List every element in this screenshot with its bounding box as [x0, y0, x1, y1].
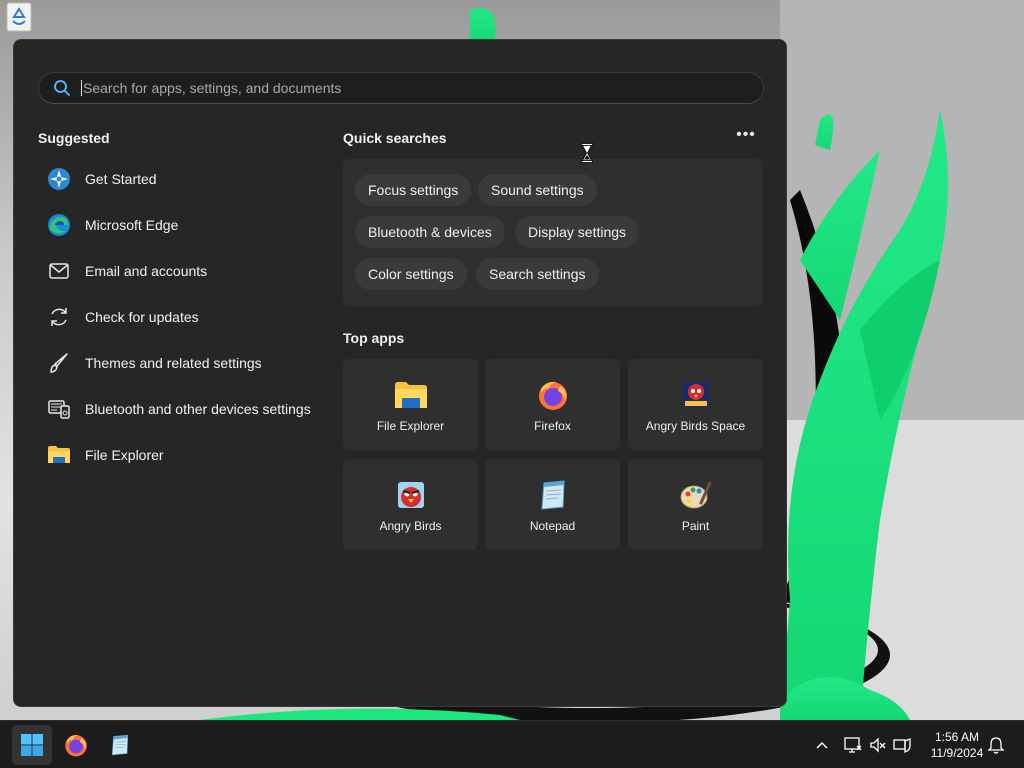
edge-icon — [48, 214, 70, 236]
suggested-item-themes[interactable]: Themes and related settings — [44, 340, 334, 386]
chip-display-settings[interactable]: Display settings — [515, 216, 640, 248]
refresh-icon — [51, 308, 67, 326]
text-caret — [81, 80, 82, 96]
angry-birds-icon — [397, 482, 424, 508]
chip-focus-settings[interactable]: Focus settings — [355, 174, 472, 206]
suggested-item-label: Check for updates — [85, 309, 199, 325]
suggested-item-label: Bluetooth and other devices settings — [85, 401, 311, 417]
app-tile-label: File Explorer — [376, 419, 445, 433]
app-tile-label: Angry Birds Space — [645, 419, 746, 433]
suggested-item-label: Themes and related settings — [85, 355, 262, 371]
more-options-button[interactable]: ••• — [732, 126, 760, 148]
top-apps-title: Top apps — [343, 330, 405, 346]
suggested-item-label: Microsoft Edge — [85, 217, 179, 233]
system-clock[interactable]: 1:56 AM 11/9/2024 — [918, 729, 996, 761]
brush-icon — [50, 353, 68, 373]
app-tile-notepad[interactable]: Notepad — [485, 459, 620, 550]
get-started-icon — [48, 168, 70, 190]
security-shield-icon[interactable] — [892, 735, 912, 755]
paint-icon — [680, 481, 711, 509]
suggested-title: Suggested — [38, 130, 110, 146]
suggested-item-label: Get Started — [85, 171, 157, 187]
chevron-up-icon[interactable] — [812, 735, 832, 755]
app-tile-label: Angry Birds — [379, 519, 442, 533]
taskbar-firefox-button[interactable] — [56, 725, 96, 765]
notepad-icon — [111, 734, 129, 756]
app-tile-label: Firefox — [534, 419, 571, 433]
notepad-icon — [540, 480, 565, 510]
folder-icon — [48, 446, 70, 463]
search-icon — [54, 80, 70, 96]
chip-color-settings[interactable]: Color settings — [355, 258, 467, 290]
notification-bell-icon[interactable] — [986, 735, 1006, 755]
angry-birds-space-icon — [682, 382, 709, 408]
app-tile-angry-birds[interactable]: Angry Birds — [343, 459, 478, 550]
windows-logo-icon — [21, 734, 43, 756]
start-menu: Suggested Quick searches ••• Get Started… — [13, 39, 787, 707]
app-tile-angry-birds-space[interactable]: Angry Birds Space — [628, 359, 763, 450]
volume-muted-icon[interactable] — [868, 735, 888, 755]
suggested-item-label: Email and accounts — [85, 263, 208, 279]
suggested-item-file-explorer[interactable]: File Explorer — [44, 432, 334, 478]
network-icon[interactable] — [843, 735, 863, 755]
suggested-list: Get Started Microsoft Edge Email and acc… — [44, 156, 334, 478]
chip-bluetooth-devices[interactable]: Bluetooth & devices — [355, 216, 505, 248]
suggested-item-label: File Explorer — [85, 447, 164, 463]
firefox-icon — [538, 381, 567, 410]
app-tile-label: Notepad — [529, 519, 576, 533]
folder-icon — [394, 382, 427, 408]
suggested-item-microsoft-edge[interactable]: Microsoft Edge — [44, 202, 334, 248]
devices-icon — [48, 400, 70, 419]
app-tile-firefox[interactable]: Firefox — [485, 359, 620, 450]
app-tile-file-explorer[interactable]: File Explorer — [343, 359, 478, 450]
taskbar: 1:56 AM 11/9/2024 — [0, 720, 1024, 768]
recycle-bin-icon[interactable] — [0, 0, 38, 32]
search-input[interactable] — [83, 80, 763, 96]
search-box[interactable] — [38, 72, 764, 104]
quick-searches-panel: Focus settings Sound settings Bluetooth … — [343, 159, 762, 306]
suggested-item-check-updates[interactable]: Check for updates — [44, 294, 334, 340]
app-tile-paint[interactable]: Paint — [628, 459, 763, 550]
quick-searches-title: Quick searches — [343, 130, 447, 146]
app-tile-label: Paint — [681, 519, 710, 533]
chip-search-settings[interactable]: Search settings — [476, 258, 599, 290]
clock-time: 1:56 AM — [934, 730, 980, 744]
taskbar-notepad-button[interactable] — [100, 725, 140, 765]
suggested-item-bluetooth-devices[interactable]: Bluetooth and other devices settings — [44, 386, 334, 432]
mail-icon — [49, 263, 69, 279]
suggested-item-get-started[interactable]: Get Started — [44, 156, 334, 202]
firefox-icon — [65, 734, 87, 757]
suggested-item-email-accounts[interactable]: Email and accounts — [44, 248, 334, 294]
start-button[interactable] — [12, 725, 52, 765]
hourglass-cursor-icon — [581, 143, 593, 163]
clock-date: 11/9/2024 — [930, 746, 984, 760]
chip-sound-settings[interactable]: Sound settings — [478, 174, 597, 206]
